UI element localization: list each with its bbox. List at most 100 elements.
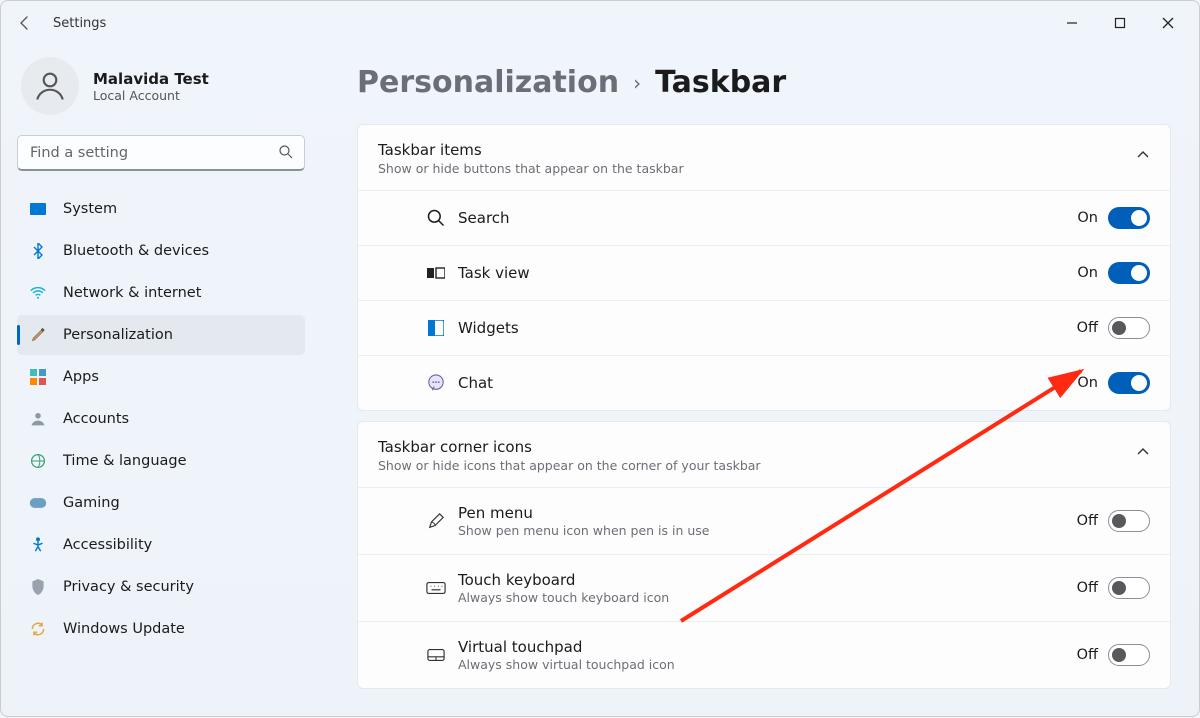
toggle-state: Off [1077, 580, 1098, 596]
section-subtitle: Show or hide buttons that appear on the … [378, 161, 1116, 176]
accounts-icon [29, 410, 47, 428]
section-taskbar-corner-icons: Taskbar corner icons Show or hide icons … [357, 421, 1171, 689]
toggle-virtual-touchpad[interactable] [1108, 644, 1150, 666]
task-view-icon [414, 266, 458, 280]
section-subtitle: Show or hide icons that appear on the co… [378, 458, 1116, 473]
search-input[interactable] [17, 135, 305, 171]
widgets-icon [414, 320, 458, 336]
paintbrush-icon [29, 326, 47, 344]
row-sublabel: Always show virtual touchpad icon [458, 657, 1077, 672]
sidebar-item-label: Network & internet [63, 285, 201, 301]
row-label: Virtual touchpad [458, 638, 1077, 656]
bluetooth-icon [29, 242, 47, 260]
chevron-up-icon [1136, 444, 1150, 463]
section-header[interactable]: Taskbar items Show or hide buttons that … [358, 125, 1170, 190]
toggle-touch-keyboard[interactable] [1108, 577, 1150, 599]
toggle-state: On [1077, 210, 1098, 226]
window-title: Settings [53, 16, 106, 31]
row-touch-keyboard: Touch keyboard Always show touch keyboar… [358, 554, 1170, 621]
sidebar-item-update[interactable]: Windows Update [17, 609, 305, 649]
section-taskbar-items: Taskbar items Show or hide buttons that … [357, 124, 1171, 411]
user-account-type: Local Account [93, 88, 209, 103]
window-controls [1049, 7, 1191, 39]
toggle-widgets[interactable] [1108, 317, 1150, 339]
avatar [21, 57, 79, 115]
sidebar-item-label: Bluetooth & devices [63, 243, 209, 259]
accessibility-icon [29, 536, 47, 554]
sidebar-item-label: Personalization [63, 327, 173, 343]
search-icon [414, 208, 458, 228]
system-icon [29, 200, 47, 218]
toggle-chat[interactable] [1108, 372, 1150, 394]
sidebar-item-label: Accounts [63, 411, 129, 427]
nav-list: System Bluetooth & devices Network & int… [17, 189, 305, 649]
section-title: Taskbar corner icons [378, 438, 1116, 456]
row-widgets: Widgets Off [358, 300, 1170, 355]
settings-window: Settings Malavida Test Local Account [0, 0, 1200, 717]
toggle-state: On [1077, 265, 1098, 281]
toggle-state: Off [1077, 647, 1098, 663]
user-account-row[interactable]: Malavida Test Local Account [17, 51, 305, 135]
sidebar: Malavida Test Local Account System [1, 45, 321, 716]
row-virtual-touchpad: Virtual touchpad Always show virtual tou… [358, 621, 1170, 688]
sidebar-item-accessibility[interactable]: Accessibility [17, 525, 305, 565]
minimize-button[interactable] [1049, 7, 1095, 39]
update-icon [29, 620, 47, 638]
sidebar-item-time[interactable]: Time & language [17, 441, 305, 481]
pen-icon [414, 512, 458, 530]
touchpad-icon [414, 648, 458, 662]
row-label: Widgets [458, 319, 1077, 337]
row-label: Pen menu [458, 504, 1077, 522]
sidebar-item-accounts[interactable]: Accounts [17, 399, 305, 439]
row-sublabel: Always show touch keyboard icon [458, 590, 1077, 605]
row-search: Search On [358, 190, 1170, 245]
gaming-icon [29, 494, 47, 512]
sidebar-item-bluetooth[interactable]: Bluetooth & devices [17, 231, 305, 271]
sidebar-item-personalization[interactable]: Personalization [17, 315, 305, 355]
chevron-up-icon [1136, 147, 1150, 166]
apps-icon [29, 368, 47, 386]
sidebar-item-apps[interactable]: Apps [17, 357, 305, 397]
toggle-state: On [1077, 375, 1098, 391]
toggle-state: Off [1077, 513, 1098, 529]
toggle-task-view[interactable] [1108, 262, 1150, 284]
main-content: Personalization › Taskbar Taskbar items … [321, 45, 1199, 716]
row-label: Touch keyboard [458, 571, 1077, 589]
sidebar-item-privacy[interactable]: Privacy & security [17, 567, 305, 607]
sidebar-item-label: Privacy & security [63, 579, 194, 595]
sidebar-item-system[interactable]: System [17, 189, 305, 229]
sidebar-item-network[interactable]: Network & internet [17, 273, 305, 313]
toggle-search[interactable] [1108, 207, 1150, 229]
row-sublabel: Show pen menu icon when pen is in use [458, 523, 1077, 538]
sidebar-item-label: System [63, 201, 117, 217]
chat-icon [414, 374, 458, 392]
close-button[interactable] [1145, 7, 1191, 39]
sidebar-item-label: Apps [63, 369, 99, 385]
sidebar-item-label: Time & language [63, 453, 187, 469]
sidebar-item-label: Gaming [63, 495, 120, 511]
search-icon [277, 143, 295, 165]
breadcrumb-current: Taskbar [655, 65, 786, 100]
back-button[interactable] [9, 7, 41, 39]
sidebar-item-label: Accessibility [63, 537, 152, 553]
toggle-pen-menu[interactable] [1108, 510, 1150, 532]
row-task-view: Task view On [358, 245, 1170, 300]
keyboard-icon [414, 581, 458, 595]
row-label: Chat [458, 374, 1077, 392]
user-name: Malavida Test [93, 70, 209, 88]
sidebar-item-gaming[interactable]: Gaming [17, 483, 305, 523]
shield-icon [29, 578, 47, 596]
sidebar-item-label: Windows Update [63, 621, 185, 637]
chevron-right-icon: › [633, 71, 641, 95]
breadcrumb: Personalization › Taskbar [357, 65, 1171, 100]
row-label: Search [458, 209, 1077, 227]
search-wrap [17, 135, 305, 171]
titlebar: Settings [1, 1, 1199, 45]
section-header[interactable]: Taskbar corner icons Show or hide icons … [358, 422, 1170, 487]
maximize-button[interactable] [1097, 7, 1143, 39]
row-pen-menu: Pen menu Show pen menu icon when pen is … [358, 487, 1170, 554]
section-title: Taskbar items [378, 141, 1116, 159]
row-chat: Chat On [358, 355, 1170, 410]
toggle-state: Off [1077, 320, 1098, 336]
breadcrumb-parent[interactable]: Personalization [357, 65, 619, 100]
